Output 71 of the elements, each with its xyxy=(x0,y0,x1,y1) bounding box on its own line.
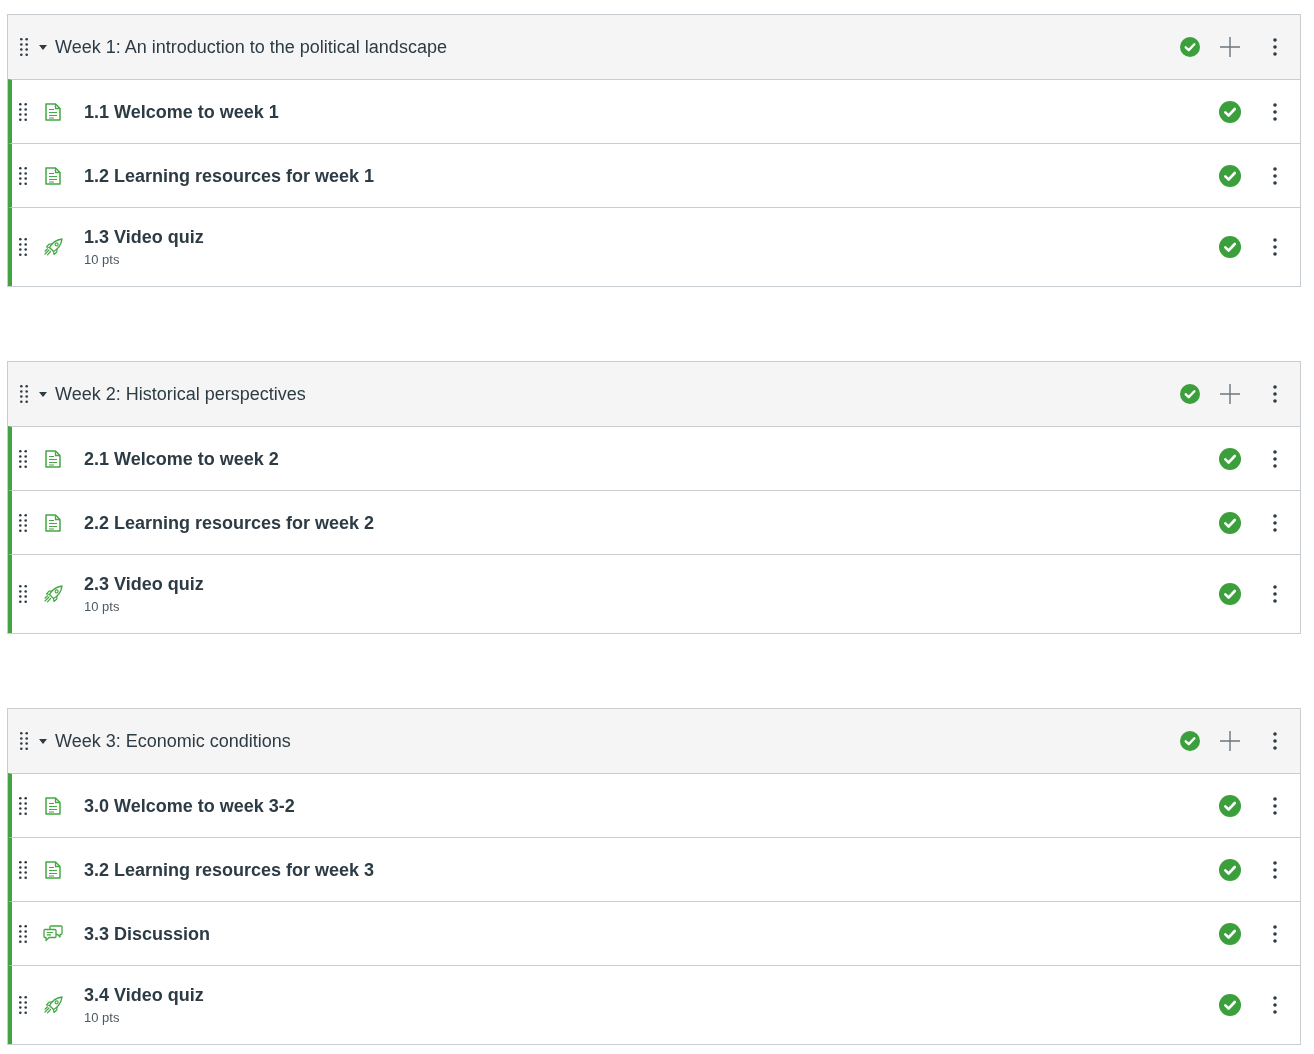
rocket-icon xyxy=(43,996,63,1014)
drag-handle-icon[interactable] xyxy=(19,996,27,1014)
drag-handle-icon[interactable] xyxy=(20,385,28,403)
kebab-menu-icon[interactable] xyxy=(1273,796,1277,815)
kebab-menu-icon[interactable] xyxy=(1273,513,1277,532)
drag-handle-icon[interactable] xyxy=(19,585,27,603)
document-icon xyxy=(45,102,61,121)
plus-icon[interactable] xyxy=(1220,37,1240,57)
check-circle-icon[interactable] xyxy=(1219,922,1241,945)
kebab-menu-icon[interactable] xyxy=(1273,732,1277,750)
check-circle-icon[interactable] xyxy=(1219,447,1241,470)
caret-down-icon[interactable] xyxy=(39,44,47,50)
check-circle-icon[interactable] xyxy=(1180,384,1200,404)
drag-handle-icon[interactable] xyxy=(20,38,28,56)
document-icon xyxy=(45,449,61,468)
item-title-link[interactable]: 2.2 Learning resources for week 2 xyxy=(84,510,375,535)
check-circle-icon[interactable] xyxy=(1219,511,1241,534)
item-title-link[interactable]: 1.1 Welcome to week 1 xyxy=(84,99,279,124)
drag-handle-icon[interactable] xyxy=(19,924,27,943)
drag-handle-icon[interactable] xyxy=(19,796,27,815)
item-title-link[interactable]: 3.3 Discussion xyxy=(84,921,211,946)
kebab-menu-icon[interactable] xyxy=(1273,924,1277,943)
check-circle-icon[interactable] xyxy=(1219,794,1241,817)
check-circle-icon[interactable] xyxy=(1219,164,1241,187)
rocket-icon xyxy=(43,585,63,603)
kebab-menu-icon[interactable] xyxy=(1273,449,1277,468)
plus-icon[interactable] xyxy=(1220,384,1240,404)
item-title-link[interactable]: 3.4 Video quiz xyxy=(84,983,204,1007)
kebab-menu-icon[interactable] xyxy=(1273,996,1277,1014)
item-title-link[interactable]: 3.2 Learning resources for week 3 xyxy=(84,857,375,882)
chat-bubbles-icon xyxy=(43,925,63,942)
kebab-menu-icon[interactable] xyxy=(1273,38,1277,56)
module-title[interactable]: Week 2: Historical perspectives xyxy=(55,382,306,406)
document-icon xyxy=(45,860,61,879)
drag-handle-icon[interactable] xyxy=(19,449,27,468)
check-circle-icon[interactable] xyxy=(1180,37,1200,57)
drag-handle-icon[interactable] xyxy=(19,513,27,532)
document-icon xyxy=(45,796,61,815)
document-icon xyxy=(45,513,61,532)
rocket-icon xyxy=(43,238,63,256)
check-circle-icon[interactable] xyxy=(1219,994,1241,1016)
check-circle-icon[interactable] xyxy=(1219,100,1241,123)
item-title-link[interactable]: 2.1 Welcome to week 2 xyxy=(84,446,279,471)
check-circle-icon[interactable] xyxy=(1219,583,1241,605)
kebab-menu-icon[interactable] xyxy=(1273,166,1277,185)
item-title-link[interactable]: 2.3 Video quiz xyxy=(84,572,204,596)
item-title-link[interactable]: 1.2 Learning resources for week 1 xyxy=(84,163,375,188)
module-title[interactable]: Week 1: An introduction to the political landscape xyxy=(55,35,447,59)
module-title[interactable]: Week 3: Economic conditions xyxy=(55,729,291,753)
item-title-link[interactable]: 1.3 Video quiz xyxy=(84,225,204,249)
points-label: 10 pts xyxy=(84,1009,121,1027)
kebab-menu-icon[interactable] xyxy=(1273,238,1277,256)
item-title-link[interactable]: 3.0 Welcome to week 3-2 xyxy=(84,793,295,818)
document-icon xyxy=(45,166,61,185)
drag-handle-icon[interactable] xyxy=(19,860,27,879)
kebab-menu-icon[interactable] xyxy=(1273,585,1277,603)
points-label: 10 pts xyxy=(84,251,121,269)
kebab-menu-icon[interactable] xyxy=(1273,102,1277,121)
drag-handle-icon[interactable] xyxy=(19,166,27,185)
kebab-menu-icon[interactable] xyxy=(1273,860,1277,879)
drag-handle-icon[interactable] xyxy=(20,732,28,750)
plus-icon[interactable] xyxy=(1220,731,1240,751)
check-circle-icon[interactable] xyxy=(1219,858,1241,881)
caret-down-icon[interactable] xyxy=(39,391,47,397)
points-label: 10 pts xyxy=(84,598,121,616)
drag-handle-icon[interactable] xyxy=(19,238,27,256)
check-circle-icon[interactable] xyxy=(1180,731,1200,751)
kebab-menu-icon[interactable] xyxy=(1273,385,1277,403)
caret-down-icon[interactable] xyxy=(39,738,47,744)
check-circle-icon[interactable] xyxy=(1219,236,1241,258)
drag-handle-icon[interactable] xyxy=(19,102,27,121)
